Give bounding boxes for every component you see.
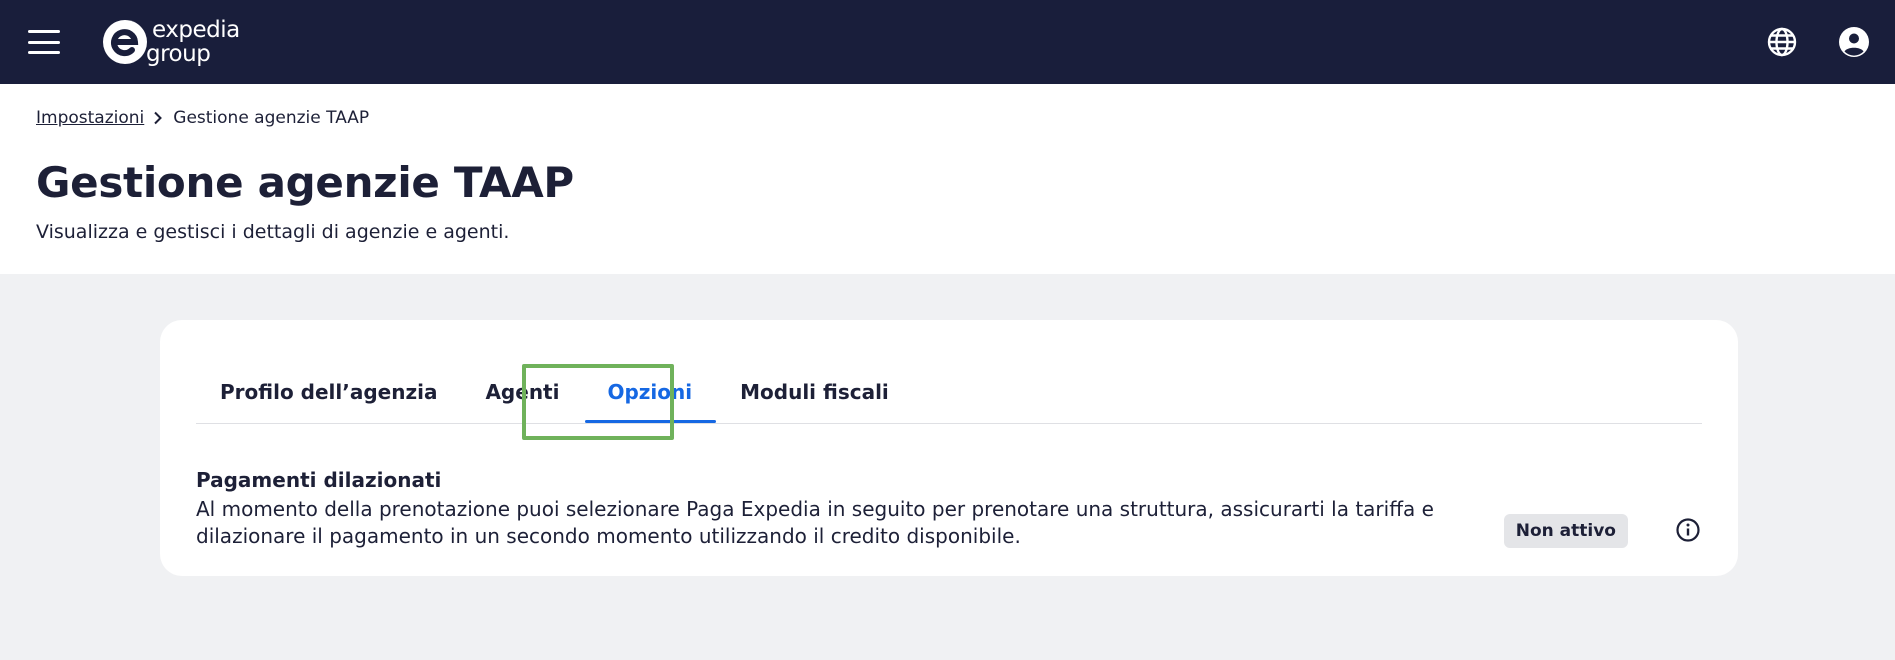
page-subtitle: Visualizza e gestisci i dettagli di agen… <box>36 221 510 243</box>
chevron-right-icon <box>153 111 163 125</box>
expedia-logo-mark <box>102 19 148 65</box>
tab-agents[interactable]: Agenti <box>485 361 559 423</box>
tab-options[interactable]: Opzioni <box>585 361 716 423</box>
account-circle-icon[interactable] <box>1837 25 1871 59</box>
agency-settings-card: Profilo dell’agenzia Agenti Opzioni Modu… <box>160 320 1738 576</box>
expedia-group-logo[interactable]: expedia group <box>102 12 240 72</box>
tab-tax-forms[interactable]: Moduli fiscali <box>740 361 889 423</box>
hamburger-menu-icon[interactable] <box>28 30 60 54</box>
status-badge: Non attivo <box>1503 514 1628 548</box>
breadcrumb-link-settings[interactable]: Impostazioni <box>36 108 144 128</box>
tab-bar: Profilo dell’agenzia Agenti Opzioni Modu… <box>196 320 1702 440</box>
page-header: Impostazioni Gestione agenzie TAAP Gesti… <box>0 84 1895 274</box>
logo-line-2: group <box>146 41 211 67</box>
breadcrumb-current: Gestione agenzie TAAP <box>173 108 370 128</box>
breadcrumb: Impostazioni Gestione agenzie TAAP <box>36 106 1859 130</box>
deferred-payments-section: Pagamenti dilazionati Al momento della p… <box>196 424 1702 550</box>
globe-icon[interactable] <box>1765 25 1799 59</box>
tab-agency-profile[interactable]: Profilo dell’agenzia <box>220 361 437 423</box>
logo-wordmark: expedia group <box>146 17 240 66</box>
logo-line-1: expedia <box>152 17 240 43</box>
deferred-payments-description: Al momento della prenotazione puoi selez… <box>196 497 1434 548</box>
info-icon[interactable] <box>1674 516 1702 544</box>
top-navigation-bar: expedia group <box>0 0 1895 84</box>
page-title: Gestione agenzie TAAP <box>36 158 574 207</box>
deferred-payments-title: Pagamenti dilazionati <box>196 468 442 492</box>
